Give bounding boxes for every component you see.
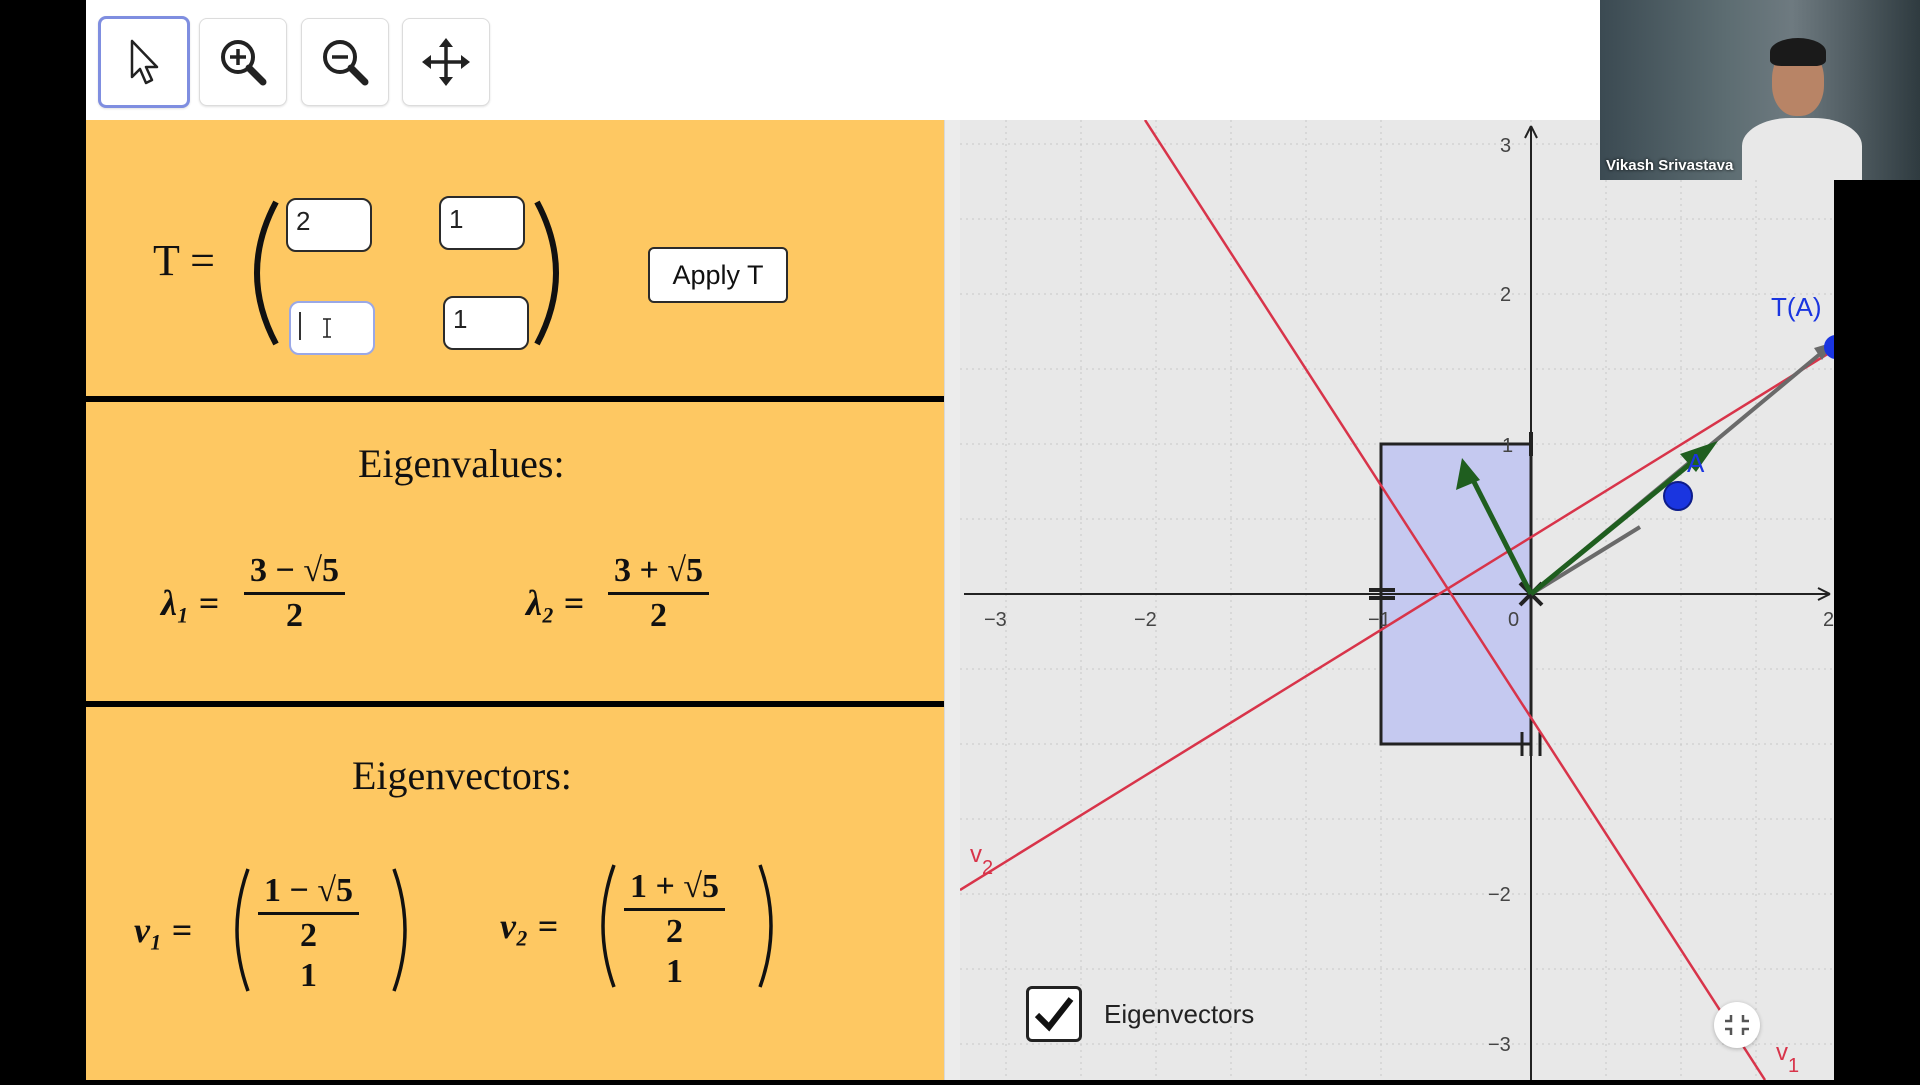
- lambda1-fraction-bar: [244, 592, 346, 595]
- toolbar: [86, 0, 1834, 121]
- v2-fraction-bar: [624, 908, 726, 911]
- point-A[interactable]: [1663, 481, 1693, 511]
- y-tick-3: 3: [1500, 135, 1511, 157]
- lambda2-fraction: 3 + √5 2: [608, 552, 710, 635]
- collapse-icon: [1725, 1015, 1749, 1035]
- participant-name: Vikash Srivastava: [1606, 157, 1734, 174]
- matrix-entry-a12[interactable]: 1: [439, 196, 525, 250]
- matrix-entry-a21[interactable]: [289, 301, 375, 355]
- lambda2-denominator: 2: [650, 597, 668, 634]
- move-graphics-button[interactable]: [402, 18, 490, 106]
- v2-right-paren: [758, 864, 773, 988]
- v1-numerator: 1 − √5: [264, 872, 354, 909]
- geogebra-app: T = 2 1 1 Apply T Eigenvalues: λ₁ = 3 − …: [86, 0, 1834, 1080]
- view-divider[interactable]: [944, 120, 961, 1080]
- left-paren: [254, 200, 279, 346]
- matrix-entry-a11-value: 2: [296, 206, 311, 236]
- eigenvectors-checkbox[interactable]: [1026, 986, 1082, 1042]
- lambda1-denominator: 2: [286, 597, 304, 634]
- eigenline-v2[interactable]: [960, 348, 1834, 892]
- x-tick-neg3: −3: [984, 609, 1007, 631]
- y-tick-2: 2: [1500, 284, 1511, 306]
- line-v1-letter: v: [1776, 1039, 1788, 1066]
- zoom-in-button[interactable]: [199, 18, 287, 106]
- v2-left-paren: [601, 864, 616, 988]
- y-tick-neg2: −2: [1488, 884, 1511, 906]
- v2-second-component: 1: [666, 953, 684, 990]
- participant-silhouette: [1742, 30, 1862, 180]
- x-tick-neg1: −1: [1368, 609, 1391, 631]
- v2-denominator: 2: [666, 913, 684, 950]
- lambda1-label: λ₁ =: [161, 583, 220, 623]
- v1-label: v₁ =: [134, 910, 193, 950]
- eigenvalues-heading: Eigenvalues:: [358, 441, 565, 486]
- x-tick-2: 2: [1823, 609, 1834, 631]
- eigenvectors-toggle[interactable]: Eigenvectors: [1026, 986, 1254, 1042]
- v1-denominator: 2: [300, 917, 318, 954]
- arrow-pointer-icon: [130, 39, 159, 85]
- line-v2-label: v2: [970, 841, 993, 879]
- zoom-in-icon: [221, 40, 267, 86]
- lambda1-fraction: 3 − √5 2: [244, 552, 346, 635]
- v1-fraction-bar: [258, 912, 360, 915]
- v2-vector: 1 + √5 2 1: [624, 868, 726, 991]
- zoom-out-icon: [323, 40, 369, 86]
- eigenvectors-checkbox-label: Eigenvectors: [1104, 998, 1255, 1029]
- line-v1-subscript: 1: [1788, 1055, 1799, 1077]
- line-v2-letter: v: [970, 841, 982, 868]
- webcam-video: Vikash Srivastava: [1600, 0, 1920, 180]
- matrix-entry-a22[interactable]: 1: [443, 296, 529, 350]
- x-tick-neg2: −2: [1134, 609, 1157, 631]
- eigenvalues-panel: Eigenvalues: λ₁ = 3 − √5 2 λ₂ = 3 + √5 2: [86, 402, 944, 702]
- lambda2-label: λ₂ =: [526, 583, 585, 623]
- v1-second-component: 1: [300, 957, 318, 994]
- participant-shirt: [1742, 118, 1862, 180]
- matrix-panel: T = 2 1 1 Apply T: [86, 120, 944, 396]
- vector-A[interactable]: [1529, 525, 1642, 596]
- v2-numerator: 1 + √5: [630, 868, 720, 905]
- eigenline-v1[interactable]: [1143, 120, 1767, 1080]
- lambda2-numerator: 3 + √5: [614, 552, 704, 589]
- eigenvectors-heading: Eigenvectors:: [352, 753, 572, 798]
- checkmark-icon: [1034, 997, 1074, 1032]
- lambda1-numerator: 3 − √5: [250, 552, 340, 589]
- matrix-entry-a12-value: 1: [449, 204, 464, 234]
- apply-t-button[interactable]: Apply T: [648, 247, 788, 303]
- eigenvectors-panel: Eigenvectors: v₁ = 1 − √5 2 1 v₂ = 1 + √…: [86, 707, 944, 1080]
- participant-hair: [1770, 38, 1826, 66]
- exit-fullscreen-button[interactable]: [1714, 1002, 1760, 1048]
- v1-right-paren: [392, 868, 407, 992]
- matrix-entry-a22-value: 1: [453, 304, 468, 334]
- v1-vector: 1 − √5 2 1: [258, 872, 360, 995]
- right-paren: [534, 200, 559, 346]
- ibeam-cursor-icon: [323, 318, 331, 338]
- x-tick-zero: 0: [1508, 609, 1519, 631]
- point-A-label: A: [1687, 448, 1705, 478]
- graphics-view[interactable]: −3 −2 −1 0 2 3 2 1 −2 −3 A T(A) v2 v1 Ei…: [960, 120, 1834, 1080]
- v1-left-paren: [235, 868, 250, 992]
- y-tick-1: 1: [1502, 435, 1513, 457]
- point-TA-label: T(A): [1771, 292, 1822, 322]
- line-v2-subscript: 2: [982, 857, 993, 879]
- coordinate-plane[interactable]: −3 −2 −1 0 2 3 2 1 −2 −3 A T(A) v2 v1: [960, 120, 1834, 1080]
- text-cursor: [299, 312, 301, 341]
- eigenvector-v2-scaled[interactable]: [1529, 449, 1708, 596]
- line-v1-label: v1: [1776, 1039, 1799, 1077]
- y-tick-neg3: −3: [1488, 1034, 1511, 1056]
- zoom-out-button[interactable]: [301, 18, 389, 106]
- move-arrows-icon: [422, 38, 470, 86]
- v2-label: v₂ =: [500, 906, 559, 946]
- matrix-label: T =: [153, 236, 215, 285]
- move-tool-button[interactable]: [98, 16, 190, 108]
- matrix-entry-a11[interactable]: 2: [286, 198, 372, 252]
- lambda2-fraction-bar: [608, 592, 710, 595]
